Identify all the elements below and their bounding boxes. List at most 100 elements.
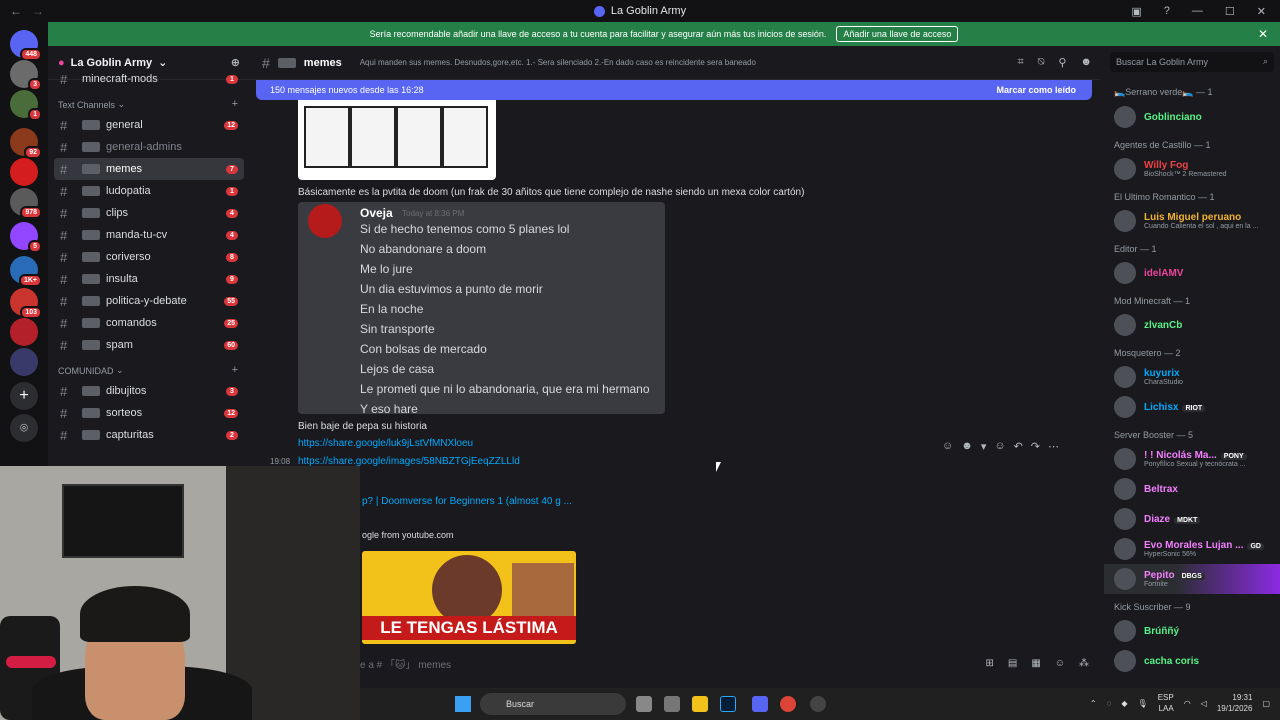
guild-icon[interactable]: 3 [10, 60, 42, 91]
taskbar-search[interactable]: Buscar [480, 693, 626, 715]
member-item[interactable]: idelAMV [1104, 258, 1280, 288]
channel-item[interactable]: # sorteos 12 [54, 402, 244, 424]
guild-icon[interactable]: 103 [10, 288, 42, 319]
member-item[interactable]: Brúññý [1104, 616, 1280, 646]
app-icon[interactable] [810, 696, 826, 712]
channel-item[interactable]: # spam 60 [54, 334, 244, 356]
member-item[interactable]: Luis Miguel peruano Cuando Calienta el so… [1104, 206, 1280, 236]
reaction-emoji-icon[interactable]: ▾ [981, 440, 987, 453]
guild-icon[interactable]: 92 [10, 128, 42, 159]
channel-item[interactable]: # insulta 9 [54, 268, 244, 290]
channel-item[interactable]: # ludopatia 1 [54, 180, 244, 202]
member-item[interactable]: Goblinciano [1104, 102, 1280, 132]
channel-item[interactable]: # manda-tu-cv 4 [54, 224, 244, 246]
language-indicator[interactable]: ESP LAA [1158, 692, 1174, 714]
message-input[interactable]: e a # 「🐱」 memes ⊞ ▤ ▦ ☺ ⁂ [360, 652, 1095, 674]
channel-item[interactable]: # dibujitos 3 [54, 380, 244, 402]
embed-title[interactable]: p? | Doomverse for Beginners 1 (almost 4… [362, 494, 582, 509]
embed-subtitle: ogle from youtube.com [362, 530, 454, 540]
tray-icon[interactable]: ◆ [1121, 699, 1127, 708]
channel-item[interactable]: # coriverso 8 [54, 246, 244, 268]
help-icon[interactable]: ? [1164, 5, 1170, 17]
member-item[interactable]: Diaze MDKT [1104, 504, 1280, 534]
guild-icon[interactable] [10, 318, 38, 346]
reaction-emoji-icon[interactable]: ☻ [961, 440, 973, 453]
member-item[interactable]: cacha coris [1104, 646, 1280, 676]
explore-icon[interactable]: ⌾ [10, 414, 38, 442]
channel-item[interactable]: # general-admins [54, 136, 244, 158]
member-item[interactable]: ! ! Nicolás Ma... PONY Ponyfílico Sexual y… [1104, 444, 1280, 474]
channel-item[interactable]: # minecraft-mods 1 [54, 68, 244, 90]
member-item[interactable]: Pepito DBGS Fortnite [1104, 564, 1280, 594]
file-explorer-icon[interactable] [692, 696, 708, 712]
photoshop-icon[interactable] [720, 696, 736, 712]
video-thumbnail[interactable]: LE TENGAS LÁSTIMA [362, 551, 576, 644]
guild-icon[interactable]: 1 [10, 90, 42, 121]
add-server-icon[interactable]: + [10, 382, 38, 410]
close-button[interactable]: ✕ [1257, 5, 1266, 18]
maximize-button[interactable]: ☐ [1225, 5, 1235, 18]
search-input[interactable]: Buscar La Goblin Army ⌕ [1110, 52, 1274, 72]
channel-item[interactable]: # politica-y-debate 55 [54, 290, 244, 312]
tray-icon[interactable]: ◌ [1107, 699, 1112, 708]
pin-icon[interactable]: ⚲ [1058, 56, 1066, 69]
notification-icon[interactable]: ▢ [1262, 699, 1270, 708]
apps-icon[interactable]: ⁂ [1079, 658, 1089, 669]
channel-item-selected[interactable]: # memes 7 [54, 158, 244, 180]
message-link[interactable]: https://share.google/luk9jLstVfMNXloeu [298, 438, 473, 449]
member-item[interactable]: kuyurix CharaStudio [1104, 362, 1280, 392]
sticker-icon[interactable]: ▦ [1031, 658, 1040, 669]
guild-icon[interactable]: 978 [10, 188, 42, 219]
minimize-button[interactable]: — [1192, 5, 1203, 17]
member-item[interactable]: Lichisx RIOT [1104, 392, 1280, 422]
mute-bell-icon[interactable]: ⍉ [1038, 56, 1045, 69]
channel-topic[interactable]: Aqui manden sus memes. Desnudos,gore,etc… [360, 58, 756, 67]
channel-item[interactable]: # general 12 [54, 114, 244, 136]
reaction-emoji-icon[interactable]: ☺ [942, 440, 953, 453]
member-item[interactable]: Beltrax [1104, 474, 1280, 504]
inbox-icon[interactable]: ▣ [1131, 5, 1141, 18]
wifi-icon[interactable]: ◠ [1184, 699, 1191, 708]
mic-icon[interactable]: 🎙 [1138, 699, 1148, 708]
chrome-icon[interactable] [780, 696, 796, 712]
plus-icon[interactable]: + [232, 364, 238, 376]
close-icon[interactable]: ✕ [1258, 27, 1268, 41]
members-icon[interactable]: ☻ [1080, 56, 1092, 69]
category-header[interactable]: COMUNIDAD ⌄ + [48, 356, 250, 380]
category-header[interactable]: Text Channels ⌄ + [48, 90, 250, 114]
guild-icon[interactable] [10, 158, 38, 186]
discord-icon[interactable] [752, 696, 768, 712]
member-item[interactable]: zlvanCb [1104, 310, 1280, 340]
add-reaction-icon[interactable]: ☺ [994, 440, 1005, 453]
chevron-up-icon[interactable]: ⌃ [1090, 699, 1097, 708]
clock[interactable]: 19:31 19/1/2026 [1217, 692, 1253, 714]
channel-item[interactable]: # comandos 25 [54, 312, 244, 334]
reply-icon[interactable]: ↶ [1014, 440, 1023, 453]
member-item[interactable]: Evo Morales Lujan ... GD HyperSonic 56% [1104, 534, 1280, 564]
guild-icon[interactable]: 1K+ [10, 256, 42, 287]
threads-icon[interactable]: ⌗ [1018, 56, 1024, 69]
channel-item[interactable]: # capturitas 2 [54, 424, 244, 446]
gif-icon[interactable]: ▤ [1008, 658, 1017, 669]
task-view-icon[interactable] [636, 696, 652, 712]
mark-read-button[interactable]: Marcar como leído [996, 85, 1076, 95]
new-messages-bar[interactable]: 150 mensajes nuevos desde las 16:28 Marc… [256, 80, 1092, 100]
gift-icon[interactable]: ⊞ [985, 658, 993, 669]
member-item[interactable]: Willy Fog BioShock™ 2 Remastered [1104, 154, 1280, 184]
app-icon[interactable] [664, 696, 680, 712]
add-passkey-button[interactable]: Añadir una llave de acceso [836, 26, 959, 42]
volume-icon[interactable]: ◁ [1201, 699, 1207, 708]
emoji-icon[interactable]: ☺ [1055, 658, 1065, 669]
back-arrow-icon[interactable]: ← [10, 4, 22, 18]
comic-image[interactable] [298, 100, 496, 180]
dm-button[interactable]: 448 [10, 30, 42, 61]
forward-arrow-icon[interactable]: → [32, 4, 44, 18]
screenshot-image[interactable]: Oveja Today at 8:36 PM Si de hecho tenem… [298, 202, 665, 414]
more-icon[interactable]: ⋯ [1048, 440, 1059, 453]
start-icon[interactable] [455, 696, 471, 712]
guild-icon[interactable] [10, 348, 38, 376]
forward-icon[interactable]: ↷ [1031, 440, 1040, 453]
guild-icon[interactable]: 5 [10, 222, 42, 253]
channel-item[interactable]: # clips 4 [54, 202, 244, 224]
plus-icon[interactable]: + [232, 98, 238, 110]
